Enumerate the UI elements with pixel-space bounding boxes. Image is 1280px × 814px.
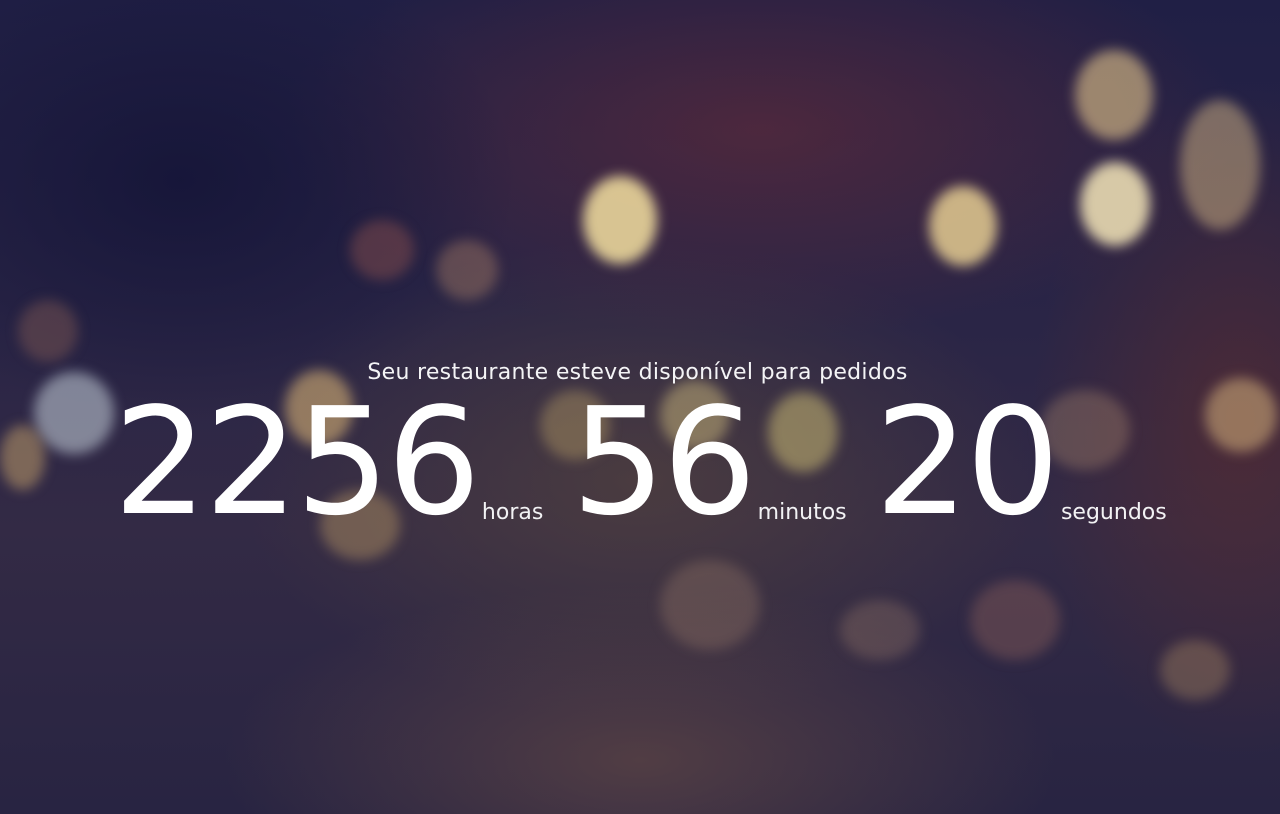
minutes-group: 56 minutos <box>571 388 846 536</box>
hours-label: horas <box>481 500 544 525</box>
seconds-value: 20 <box>874 376 1060 548</box>
minutes-value: 56 <box>571 376 756 548</box>
seconds-label: segundos <box>1060 500 1167 525</box>
minutes-label: minutos <box>757 500 847 525</box>
uptime-panel: Seu restaurante esteve disponível para p… <box>0 0 1280 814</box>
seconds-group: 20 segundos <box>875 388 1167 536</box>
uptime-counter: 2256 horas 56 minutos 20 segundos <box>0 388 1280 536</box>
hours-value: 2256 <box>113 376 481 548</box>
hours-group: 2256 horas <box>113 388 543 536</box>
